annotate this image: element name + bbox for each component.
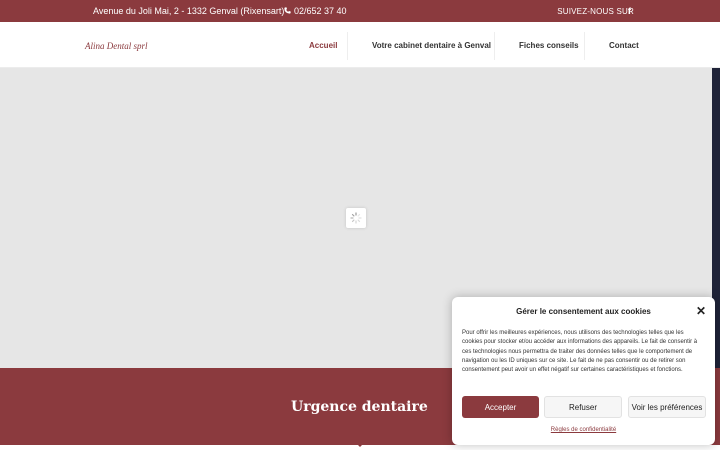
phone-link[interactable]: 02/652 37 40 (284, 6, 347, 16)
site-header: Alina Dental sprl Accueil Votre cabinet … (0, 22, 720, 68)
nav-fiches-conseils[interactable]: Fiches conseils (519, 22, 579, 68)
nav-divider (584, 32, 585, 60)
cookie-text: Pour offrir les meilleures expériences, … (462, 330, 698, 374)
site-logo[interactable]: Alina Dental sprl (85, 41, 148, 51)
phone-number: 02/652 37 40 (294, 6, 347, 16)
facebook-icon[interactable]: f (628, 6, 631, 16)
follow-us-label: SUIVEZ-NOUS SUR (557, 7, 634, 16)
nav-divider (347, 32, 348, 60)
address-text: Avenue du Joli Mai, 2 - 1332 Genval (Rix… (93, 6, 285, 16)
cookie-consent-dialog: Gérer le consentement aux cookies ✕ Pour… (452, 297, 715, 445)
close-icon[interactable]: ✕ (696, 305, 706, 317)
preferences-button[interactable]: Voir les préférences (628, 396, 706, 418)
cookie-title: Gérer le consentement aux cookies (516, 307, 651, 316)
nav-accueil[interactable]: Accueil (309, 22, 337, 68)
top-bar: Avenue du Joli Mai, 2 - 1332 Genval (Rix… (0, 0, 720, 22)
nav-contact[interactable]: Contact (609, 22, 639, 68)
nav-cabinet[interactable]: Votre cabinet dentaire à Genval (372, 22, 491, 68)
phone-icon (284, 6, 291, 16)
section-notch (353, 440, 367, 447)
urgence-title: Urgence dentaire (291, 399, 428, 415)
nav-divider (494, 32, 495, 60)
accept-button[interactable]: Accepter (462, 396, 539, 418)
loading-spinner-icon (346, 208, 366, 228)
refuse-button[interactable]: Refuser (544, 396, 622, 418)
privacy-policy-link[interactable]: Règles de confidentialité (452, 427, 715, 433)
